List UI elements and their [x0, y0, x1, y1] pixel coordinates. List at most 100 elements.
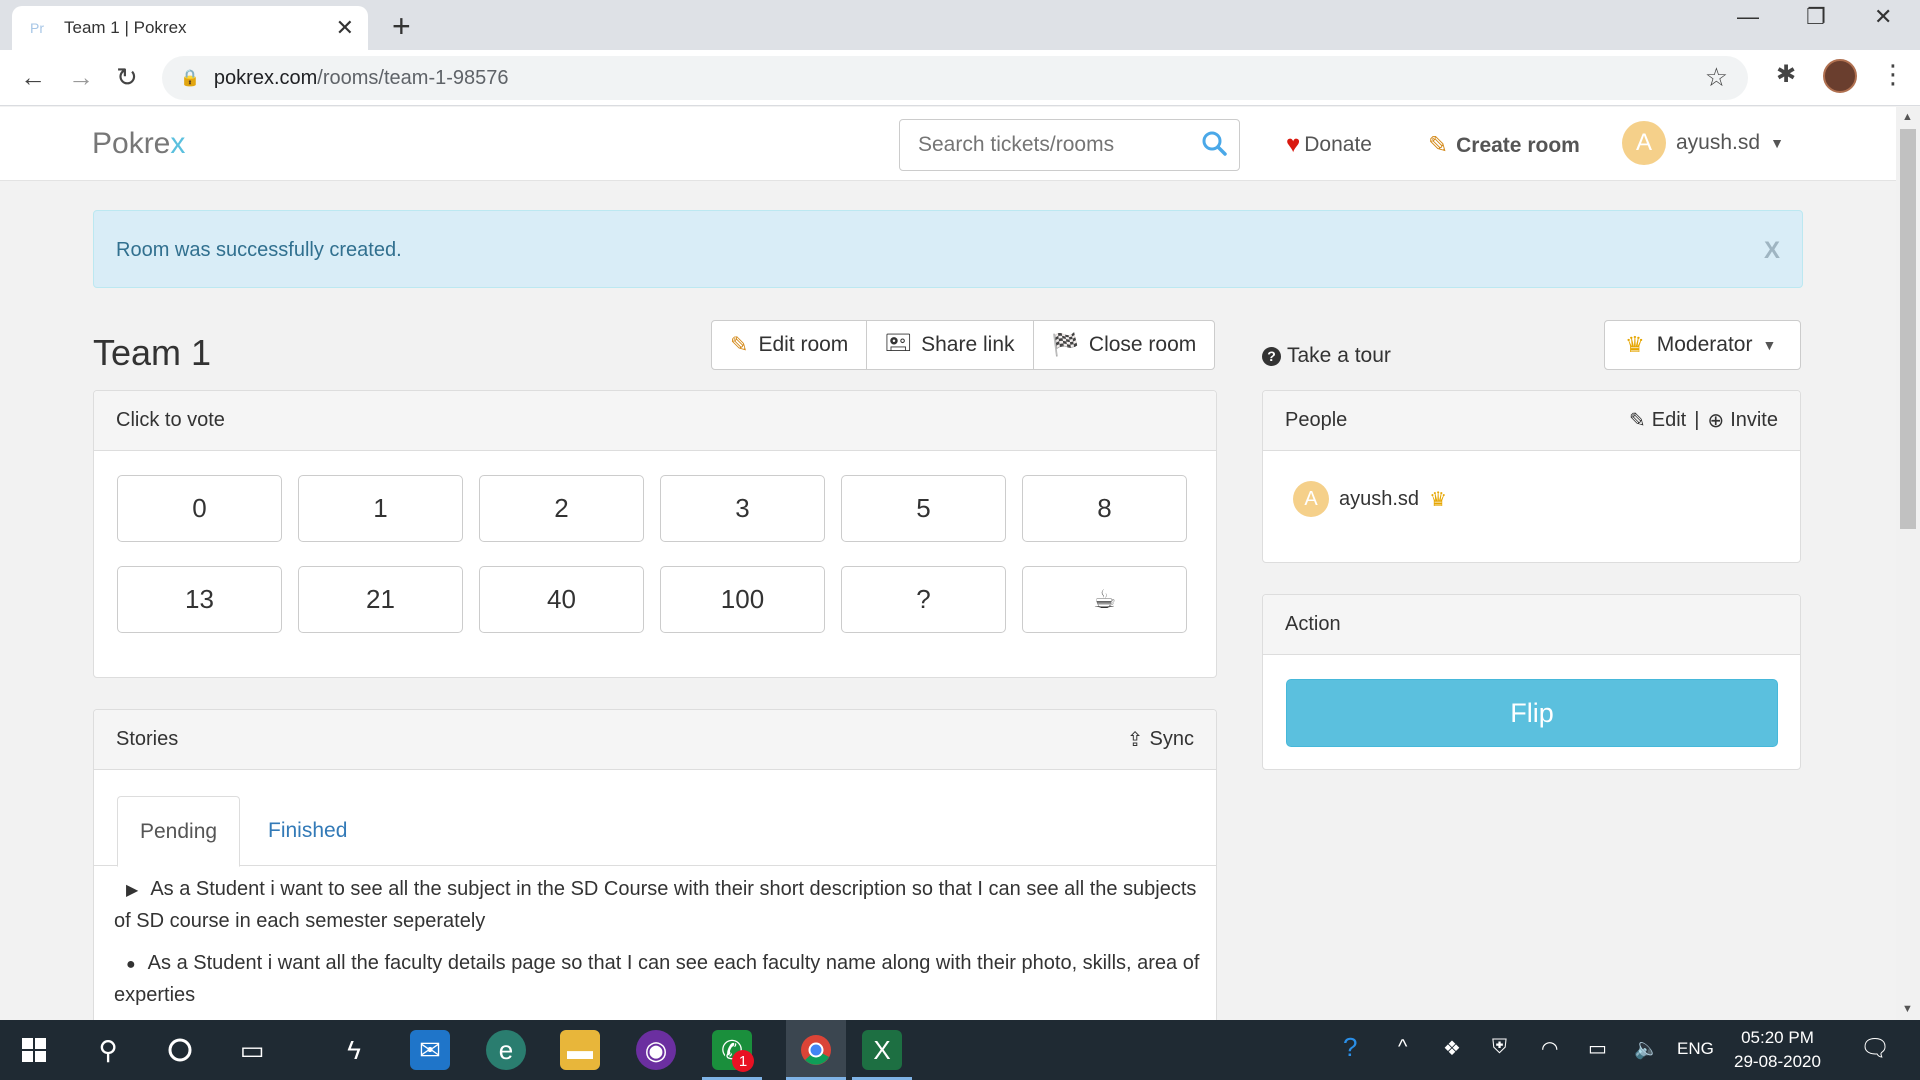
reload-icon[interactable]: ↻ [116, 62, 138, 93]
share-link-label: Share link [921, 333, 1015, 356]
user-menu[interactable]: A ayush.sd ▼ [1622, 121, 1784, 165]
vote-panel: Click to vote 0 1 2 3 5 8 13 21 40 100 ?… [93, 390, 1217, 678]
battery-icon[interactable]: ▭ [1588, 1036, 1607, 1061]
plus-circle-icon: ⊕ [1707, 410, 1725, 432]
vote-card[interactable]: 21 [298, 566, 463, 633]
close-room-button[interactable]: 🏁 Close room [1032, 320, 1216, 370]
vote-panel-heading: Click to vote [94, 391, 1216, 451]
vote-card[interactable]: ? [841, 566, 1006, 633]
flip-button[interactable]: Flip [1286, 679, 1778, 747]
clock-date: 29-08-2020 [1734, 1052, 1821, 1071]
moderator-dropdown[interactable]: ♛ Moderator ▼ [1604, 320, 1801, 370]
vote-card[interactable]: 40 [479, 566, 644, 633]
scroll-up-icon[interactable]: ▲ [1902, 111, 1913, 123]
volume-icon[interactable]: 🔈 [1634, 1036, 1659, 1061]
upload-icon: ⇪ [1126, 729, 1144, 751]
people-title: People [1285, 409, 1348, 431]
scroll-down-icon[interactable]: ▼ [1902, 1003, 1913, 1015]
search-input[interactable] [918, 133, 1188, 157]
vote-card[interactable]: 13 [117, 566, 282, 633]
page-title: Team 1 [93, 332, 212, 373]
stories-tabs: Pending Finished [94, 796, 1216, 867]
vote-card[interactable]: 0 [117, 475, 282, 542]
sync-button[interactable]: ⇪ Sync [1127, 727, 1194, 752]
people-actions: ✎ Edit | ⊕ Invite [1629, 408, 1778, 433]
story-text: As a Student i want to see all the subje… [114, 878, 1197, 932]
browser-tab-bar: Pr Team 1 | Pokrex ✕ + — ❐ ✕ [0, 0, 1920, 50]
story-item[interactable]: ▶ As a Student i want to see all the subj… [114, 874, 1200, 937]
invite-label: Invite [1730, 409, 1778, 431]
close-window-icon[interactable]: ✕ [1874, 4, 1892, 30]
action-panel-heading: Action [1263, 595, 1800, 655]
chevron-up-icon[interactable]: ^ [1398, 1036, 1407, 1059]
forward-icon[interactable]: → [68, 62, 94, 93]
scroll-thumb[interactable] [1900, 129, 1916, 529]
restore-icon[interactable]: ❐ [1806, 4, 1826, 30]
edit-room-button[interactable]: ✎ Edit room [711, 320, 868, 370]
action-center-icon[interactable]: 🗨 [1860, 1034, 1890, 1063]
tab-close-icon[interactable]: ✕ [336, 15, 354, 41]
pencil-icon: ✎ [730, 332, 749, 357]
create-room-link[interactable]: ✎ Create room [1428, 131, 1580, 160]
person-name: ayush.sd [1339, 487, 1420, 510]
vote-card[interactable]: 8 [1022, 475, 1187, 542]
story-item[interactable]: ● As a Student i want all the faculty det… [114, 948, 1200, 1011]
tab-pending[interactable]: Pending [117, 796, 241, 867]
windows-taskbar: ⚲ ▭ ϟ ✉ e ▬ ◉ ✆ 1 X ? ^ ❖ ⛨ ◠ ▭ 🔈 ENG 05… [0, 1020, 1920, 1080]
vote-card[interactable]: 3 [660, 475, 825, 542]
share-link-button[interactable]: 🖭 Share link [866, 320, 1034, 370]
system-clock[interactable]: 05:20 PM 29-08-2020 [1734, 1026, 1821, 1074]
separator: | [1694, 409, 1700, 431]
address-bar[interactable]: 🔒 pokrex.com/rooms/team-1-98576 ☆ [162, 56, 1748, 100]
expand-arrow-icon[interactable]: ▶ [126, 882, 138, 899]
sync-label: Sync [1149, 728, 1194, 750]
file-explorer-icon[interactable]: ▬ [560, 1030, 600, 1070]
dropbox-icon[interactable]: ❖ [1443, 1036, 1461, 1061]
new-tab-icon[interactable]: + [392, 8, 411, 45]
language-indicator[interactable]: ENG [1677, 1039, 1714, 1059]
vote-card[interactable]: 100 [660, 566, 825, 633]
windows-start-icon[interactable] [14, 1030, 54, 1070]
close-room-label: Close room [1088, 333, 1197, 356]
vote-card[interactable]: 1 [298, 475, 463, 542]
vote-card[interactable]: 2 [479, 475, 644, 542]
back-icon[interactable]: ← [20, 62, 46, 93]
lightning-app-icon[interactable]: ϟ [334, 1030, 374, 1070]
mail-icon[interactable]: ✉ [410, 1030, 450, 1070]
coffee-card[interactable]: ☕ [1022, 566, 1187, 633]
page-scrollbar[interactable]: ▲ ▼ [1896, 107, 1920, 1020]
chrome-icon[interactable] [786, 1020, 846, 1080]
task-view-icon[interactable]: ▭ [232, 1030, 272, 1070]
vote-card[interactable]: 5 [841, 475, 1006, 542]
search-icon[interactable]: ⚲ [88, 1030, 128, 1070]
edit-people-button[interactable]: ✎ Edit [1629, 408, 1686, 433]
room-actions: ✎ Edit room 🖭 Share link 🏁 Close room [711, 320, 1216, 370]
help-icon[interactable]: ? [1343, 1032, 1357, 1063]
podcast-icon[interactable]: ◉ [636, 1030, 676, 1070]
wifi-icon[interactable]: ◠ [1541, 1036, 1558, 1061]
invite-button[interactable]: ⊕ Invite [1707, 408, 1778, 433]
profile-avatar[interactable] [1823, 59, 1857, 93]
minimize-icon[interactable]: — [1737, 4, 1759, 30]
story-text: As a Student i want all the faculty deta… [114, 952, 1200, 1006]
browser-toolbar: ← → ↻ 🔒 pokrex.com/rooms/team-1-98576 ☆ … [0, 50, 1920, 106]
edge-icon[interactable]: e [486, 1030, 526, 1070]
donate-link[interactable]: ♥ Donate [1286, 131, 1372, 159]
edit-icon: ✎ [1628, 410, 1646, 432]
tab-finished[interactable]: Finished [246, 796, 369, 866]
extensions-icon[interactable]: ✱ [1776, 60, 1796, 89]
security-shield-icon[interactable]: ⛨ [1492, 1036, 1507, 1059]
create-room-label: Create room [1456, 133, 1580, 157]
bookmark-star-icon[interactable]: ☆ [1705, 62, 1728, 93]
alert-close-button[interactable]: X [1764, 237, 1780, 265]
browser-tab[interactable]: Pr Team 1 | Pokrex ✕ [12, 6, 368, 50]
search-box [899, 119, 1240, 171]
moderator-label: Moderator [1656, 333, 1753, 356]
excel-icon[interactable]: X [862, 1030, 902, 1070]
take-tour-link[interactable]: ? Take a tour [1262, 344, 1391, 368]
brand-logo[interactable]: Pokrex [92, 127, 185, 161]
browser-menu-icon[interactable]: ⋮ [1880, 59, 1906, 90]
people-panel: People ✎ Edit | ⊕ Invite A ayush.sd ♛ [1262, 390, 1801, 563]
search-icon[interactable] [1201, 130, 1227, 163]
cortana-icon[interactable] [160, 1030, 200, 1070]
